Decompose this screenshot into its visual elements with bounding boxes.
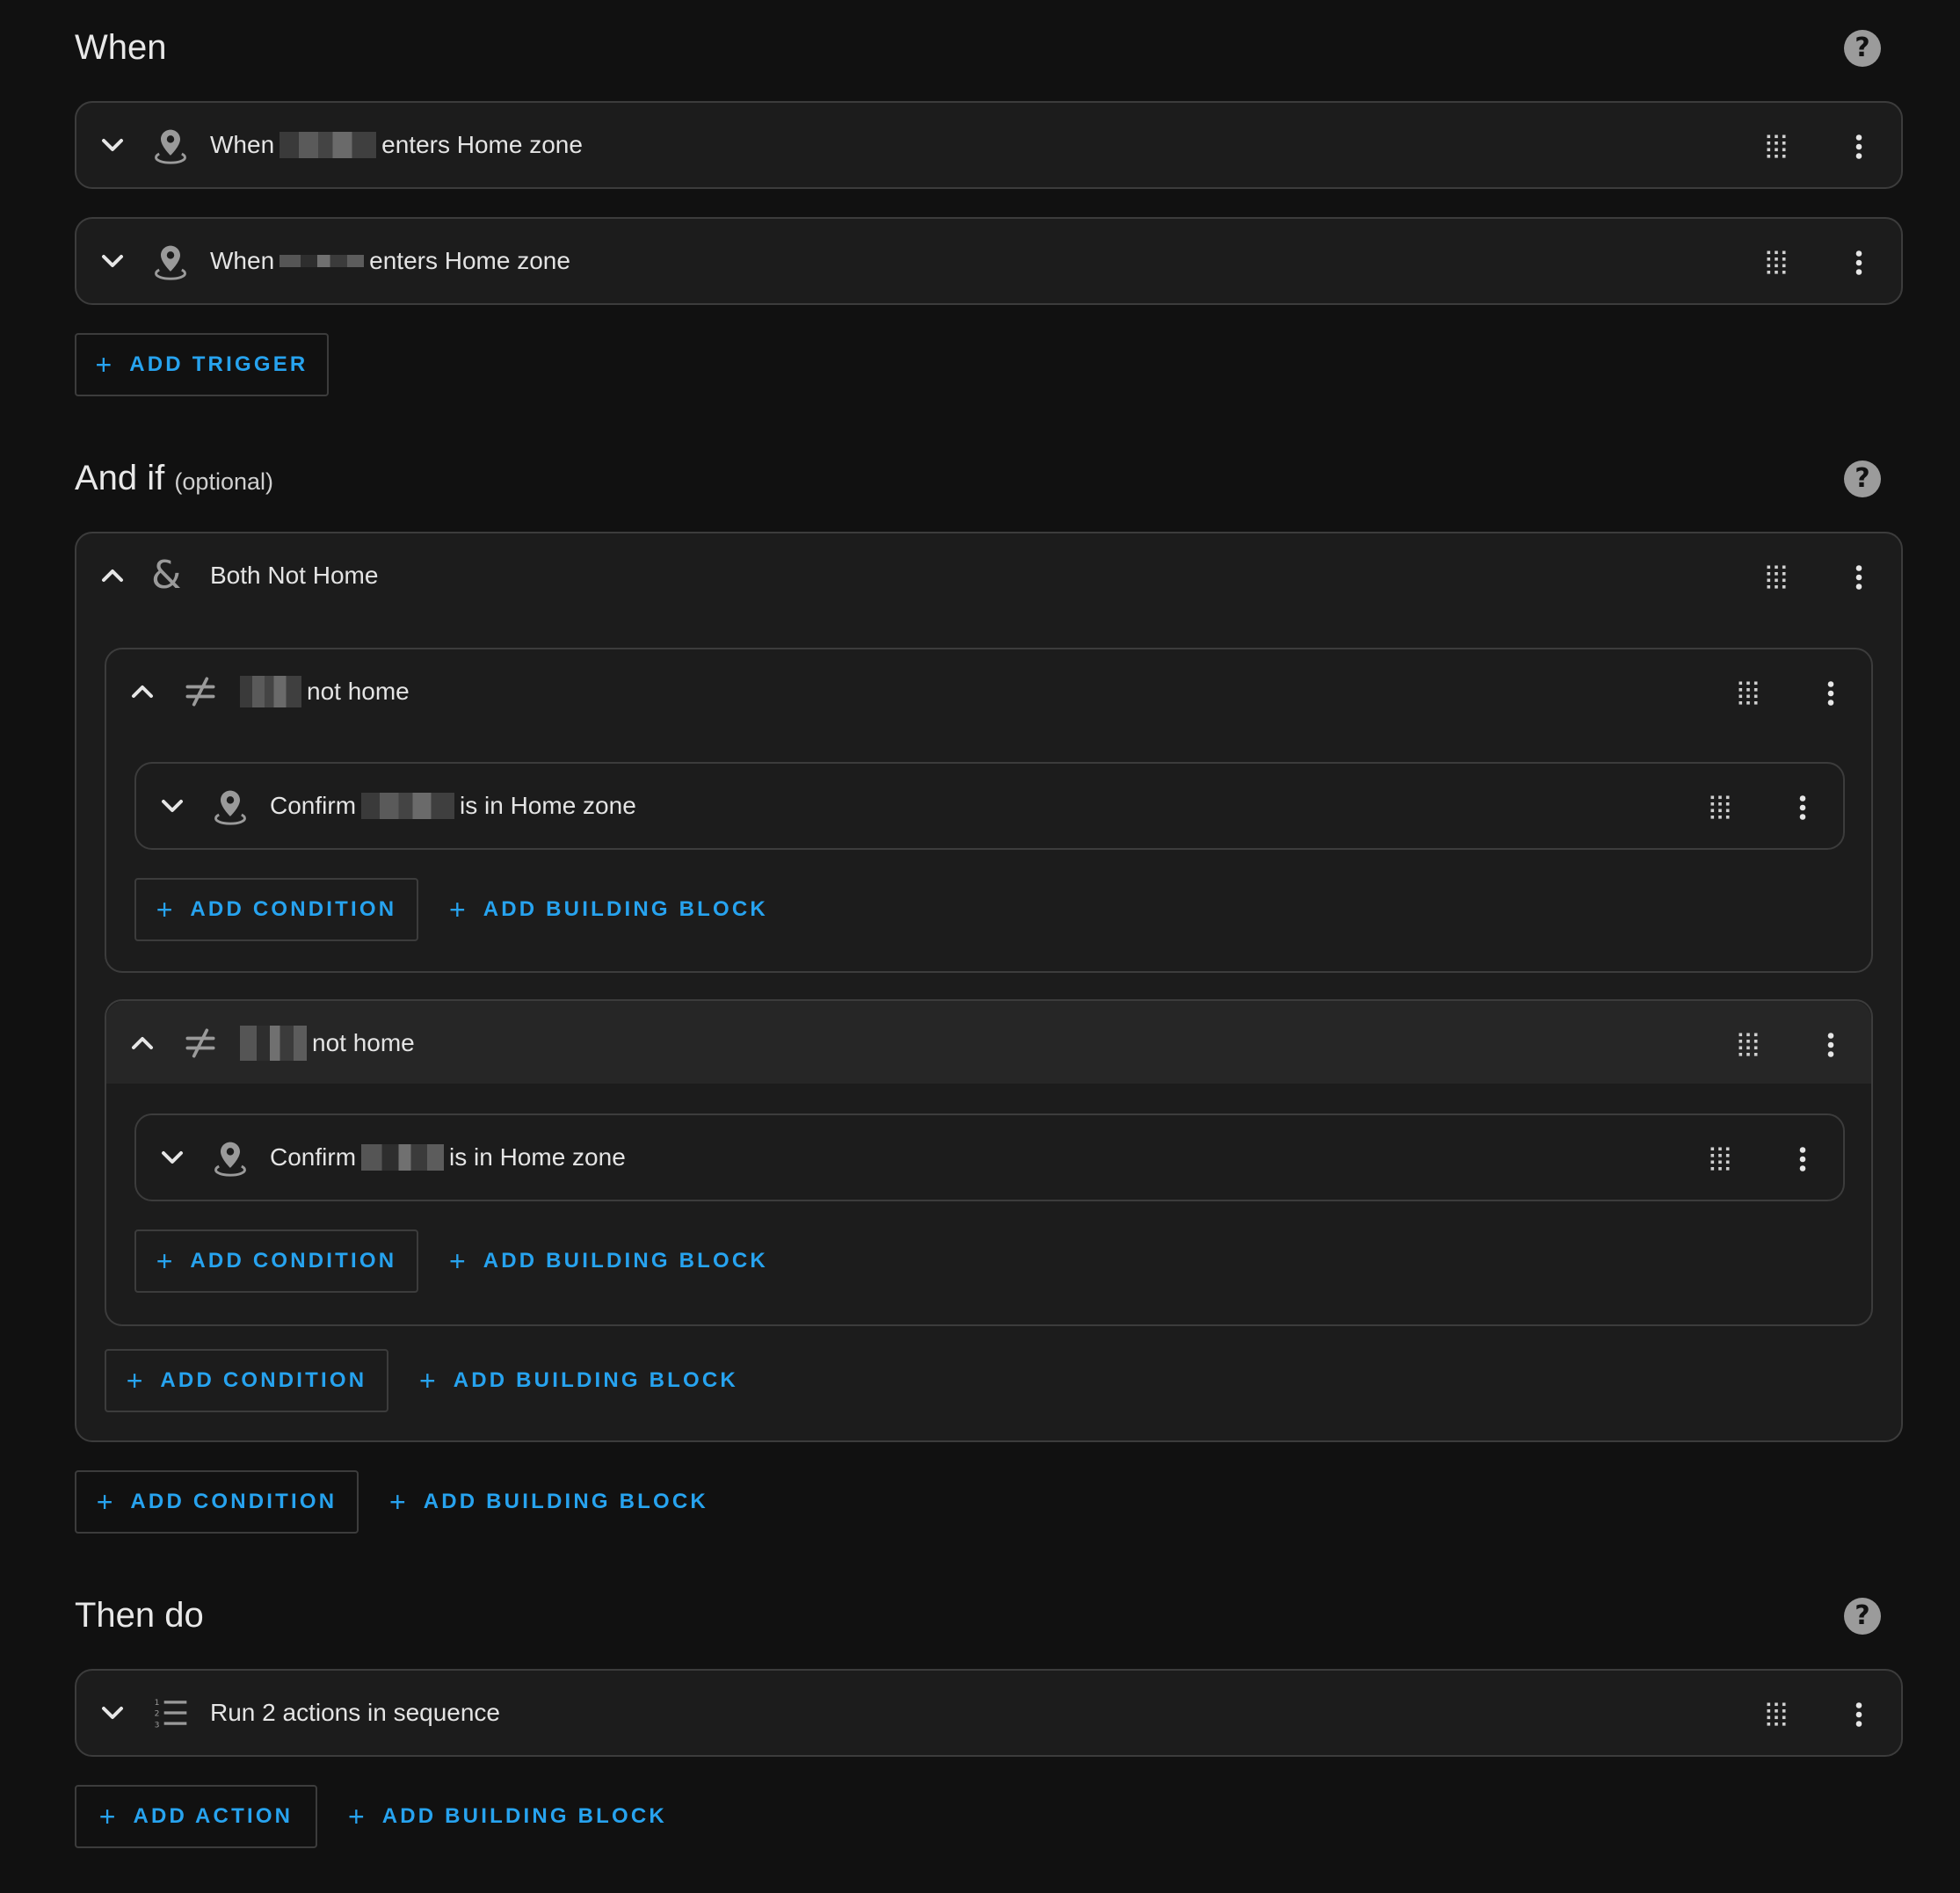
plus-icon: + [449,1245,466,1277]
drag-handle-icon[interactable] [1732,1029,1764,1061]
plus-icon: + [98,1801,116,1832]
add-building-block-button[interactable]: + ADD BUILDING BLOCK [348,1785,667,1848]
add-trigger-button[interactable]: + ADD TRIGGER [75,333,329,396]
add-condition-button[interactable]: + ADD CONDITION [105,1349,388,1412]
zone-condition-card[interactable]: Confirm is in Home zone [134,762,1845,850]
trigger-prefix: When [210,131,275,158]
chevron-down-icon[interactable] [95,1695,130,1730]
add-building-block-button[interactable]: + ADD BUILDING BLOCK [449,1229,768,1293]
drag-handle-icon[interactable] [1732,678,1764,709]
overflow-menu-icon[interactable] [1843,247,1875,279]
drag-handle-icon[interactable] [1760,131,1792,163]
add-building-block-button[interactable]: + ADD BUILDING BLOCK [389,1470,708,1534]
group-title: Both Not Home [210,562,379,589]
drag-handle-icon[interactable] [1760,1699,1792,1730]
condition-suffix: is in Home zone [460,792,636,819]
drag-handle-icon[interactable] [1760,562,1792,593]
overflow-menu-icon[interactable] [1843,562,1875,593]
add-building-block-button[interactable]: + ADD BUILDING BLOCK [419,1349,738,1412]
redacted-person [361,793,455,819]
redacted-person [240,1026,307,1061]
condition-prefix: Confirm [270,1143,357,1171]
chevron-down-icon[interactable] [155,1140,190,1175]
help-icon[interactable]: ? [1844,30,1881,67]
trigger-card[interactable]: When enters Home zone [75,217,1903,305]
not-condition-suffix: not home [307,678,410,705]
zone-condition-card[interactable]: Confirm is in Home zone [134,1113,1845,1201]
drag-handle-icon[interactable] [1704,792,1736,823]
plus-icon: + [389,1486,406,1518]
map-marker-icon [211,787,250,825]
condition-prefix: Confirm [270,792,357,819]
help-icon[interactable]: ? [1844,461,1881,497]
trigger-prefix: When [210,247,275,274]
not-equal-icon [181,1024,220,1063]
add-condition-button[interactable]: + ADD CONDITION [134,1229,418,1293]
plus-icon: + [95,349,113,381]
plus-icon: + [348,1801,365,1832]
plus-icon: + [156,1245,173,1277]
add-condition-button[interactable]: + ADD CONDITION [134,878,418,941]
map-marker-icon [151,242,190,280]
optional-label: (optional) [174,468,273,495]
chevron-up-icon[interactable] [95,558,130,593]
trigger-suffix: enters Home zone [381,131,583,158]
not-condition-title: not home [240,674,410,709]
format-list-numbered-icon [151,1694,190,1732]
add-condition-button[interactable]: + ADD CONDITION [75,1470,359,1534]
not-condition-title: not home [240,1026,415,1061]
zone-condition-title: Confirm is in Home zone [270,788,636,823]
chevron-down-icon[interactable] [95,127,130,163]
trigger-suffix: enters Home zone [369,247,570,274]
plus-icon: + [126,1365,143,1396]
plus-icon: + [419,1365,436,1396]
trigger-title: When enters Home zone [210,243,570,279]
zone-condition-title: Confirm is in Home zone [270,1140,626,1175]
overflow-menu-icon[interactable] [1843,1699,1875,1730]
chevron-down-icon[interactable] [95,243,130,279]
redacted-person [240,676,301,707]
drag-handle-icon[interactable] [1704,1143,1736,1175]
redacted-person [279,132,377,158]
condition-suffix: is in Home zone [449,1143,626,1171]
then-do-section-title: Then do [75,1596,204,1635]
trigger-card[interactable]: When enters Home zone [75,101,1903,189]
trigger-title: When enters Home zone [210,127,583,163]
not-equal-icon [181,672,220,711]
action-title: Run 2 actions in sequence [210,1699,500,1726]
add-building-block-button[interactable]: + ADD BUILDING BLOCK [449,878,768,941]
map-marker-icon [151,126,190,164]
redacted-person [279,255,365,267]
when-section-title: When [75,28,167,67]
overflow-menu-icon[interactable] [1787,1143,1818,1175]
action-card[interactable]: Run 2 actions in sequence [75,1669,1903,1757]
ampersand-icon: & [151,553,182,598]
drag-handle-icon[interactable] [1760,247,1792,279]
overflow-menu-icon[interactable] [1815,678,1847,709]
not-condition-suffix: not home [312,1029,415,1056]
add-action-button[interactable]: + ADD ACTION [75,1785,317,1848]
map-marker-icon [211,1138,250,1177]
redacted-person [361,1144,445,1171]
condition-group-card[interactable]: & Both Not Home not home Confirm is in H… [75,532,1903,1442]
overflow-menu-icon[interactable] [1787,792,1818,823]
help-icon[interactable]: ? [1844,1598,1881,1635]
chevron-down-icon[interactable] [155,788,190,823]
chevron-up-icon[interactable] [125,674,160,709]
plus-icon: + [96,1486,113,1518]
not-condition-card[interactable]: not home Confirm is in Home zone + ADD CO… [105,648,1873,973]
not-condition-card[interactable]: not home Confirm is in Home zone + ADD CO… [105,999,1873,1326]
plus-icon: + [449,894,466,925]
overflow-menu-icon[interactable] [1843,131,1875,163]
overflow-menu-icon[interactable] [1815,1029,1847,1061]
and-if-section-title: And if (optional) [75,457,273,503]
and-if-title: And if [75,459,165,497]
chevron-up-icon[interactable] [125,1026,160,1061]
plus-icon: + [156,894,173,925]
